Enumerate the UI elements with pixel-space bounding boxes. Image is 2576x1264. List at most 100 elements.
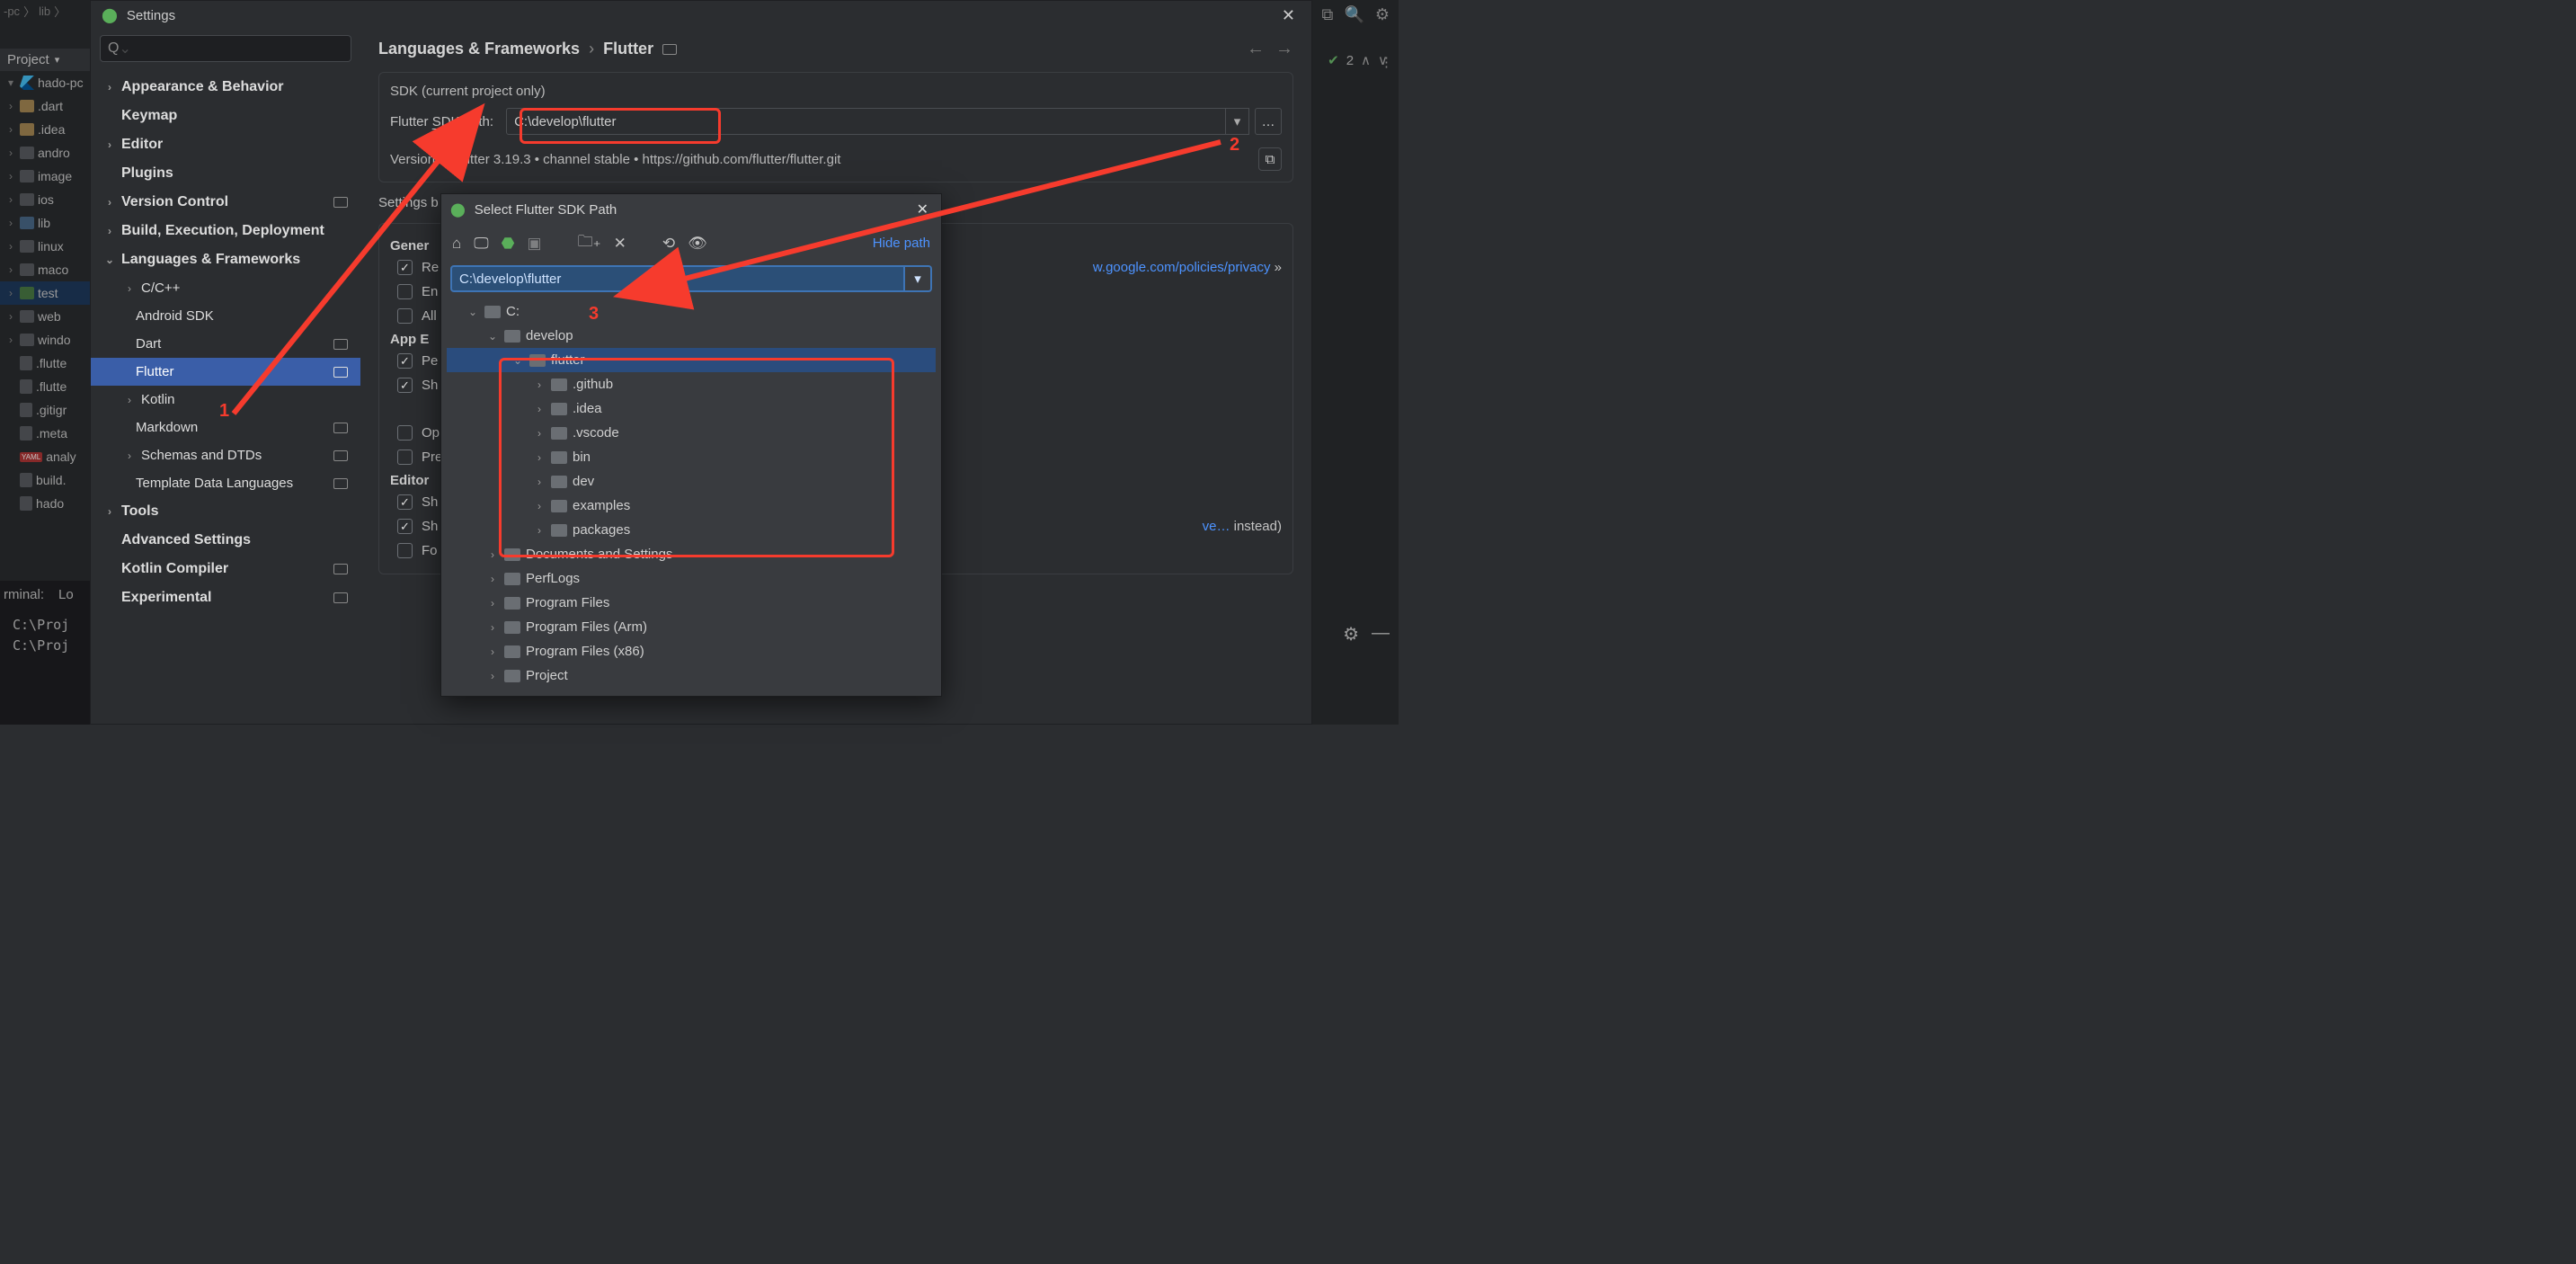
tree-item[interactable]: ›web: [0, 305, 90, 328]
dropdown-button[interactable]: ▾: [1226, 108, 1249, 135]
tree-item[interactable]: .meta: [0, 422, 90, 445]
nav-bed[interactable]: ›Build, Execution, Deployment: [91, 217, 360, 245]
chevron-up-icon[interactable]: ∧: [1361, 52, 1371, 68]
file-icon: [20, 426, 32, 441]
terminal-tab[interactable]: rminal:: [4, 587, 44, 602]
kebab-icon[interactable]: ⋮: [1380, 54, 1393, 70]
tree-item[interactable]: ›.dart: [0, 94, 90, 118]
tree-item[interactable]: ›PerfLogs: [447, 566, 936, 591]
nav-cc[interactable]: ›C/C++: [91, 274, 360, 302]
nav-adv[interactable]: Advanced Settings: [91, 526, 360, 555]
tree-item[interactable]: ›andro: [0, 141, 90, 165]
android-icon[interactable]: ⬣: [502, 235, 515, 253]
right-toolbar-strip: ⧉ 🔍 ⚙ ✔ 2 ∧ ∨ ⋮ ⚙ —: [1312, 0, 1399, 725]
tree-item[interactable]: ›ios: [0, 188, 90, 211]
policy-link[interactable]: w.google.com/policies/privacy: [1093, 260, 1271, 275]
tree-item[interactable]: ›linux: [0, 235, 90, 258]
tree-item[interactable]: ›Documents and Settings: [447, 542, 936, 566]
project-root[interactable]: ▾hado-pc: [0, 71, 90, 94]
tree-item[interactable]: YAMLanaly: [0, 445, 90, 468]
nav-template[interactable]: Template Data Languages: [91, 469, 360, 497]
tree-item[interactable]: ⌄C:: [447, 299, 936, 324]
sdk-path-input[interactable]: [506, 108, 1226, 135]
copy-button[interactable]: ⧉: [1258, 147, 1282, 171]
nav-android-sdk[interactable]: Android SDK: [91, 302, 360, 330]
gear-icon[interactable]: ⚙: [1375, 6, 1390, 22]
tree-item[interactable]: ›Program Files (Arm): [447, 615, 936, 639]
tree-item[interactable]: build.: [0, 468, 90, 492]
tree-item[interactable]: ⌄develop: [447, 324, 936, 348]
nav-schemas[interactable]: ›Schemas and DTDs: [91, 441, 360, 469]
scope-icon: [333, 450, 348, 461]
nav-vcs[interactable]: ›Version Control: [91, 188, 360, 217]
nav-plugins[interactable]: Plugins: [91, 159, 360, 188]
file-icon: [20, 496, 32, 511]
tree-item[interactable]: ›test: [0, 281, 90, 305]
folder-icon: [20, 334, 34, 346]
tree-item[interactable]: ›packages: [447, 518, 936, 542]
settings-nav: Q⌄ ›Appearance & Behavior Keymap ›Editor…: [91, 30, 360, 724]
close-icon[interactable]: ✕: [913, 197, 932, 222]
tree-item[interactable]: ›dev: [447, 469, 936, 494]
nav-kotlin[interactable]: ›Kotlin: [91, 386, 360, 414]
tree-item[interactable]: ›maco: [0, 258, 90, 281]
dialog-titlebar: ⬤ Settings ✕: [91, 1, 1311, 30]
nav-keymap[interactable]: Keymap: [91, 102, 360, 130]
nav-dart[interactable]: Dart: [91, 330, 360, 358]
nav-markdown[interactable]: Markdown: [91, 414, 360, 441]
dialog-title: Settings: [127, 8, 175, 23]
browse-button[interactable]: …: [1255, 108, 1282, 135]
gear-icon[interactable]: ⚙: [1343, 623, 1359, 645]
tree-item-selected[interactable]: ⌄flutter: [447, 348, 936, 372]
tree-item[interactable]: ›lib: [0, 211, 90, 235]
scope-icon: [333, 423, 348, 433]
tree-item[interactable]: .gitigr: [0, 398, 90, 422]
tree-item[interactable]: ›windo: [0, 328, 90, 352]
nav-flutter[interactable]: Flutter: [91, 358, 360, 386]
new-folder-icon[interactable]: 🗀₊: [578, 230, 601, 256]
device-icon[interactable]: ⧉: [1321, 6, 1334, 22]
save-hint-link[interactable]: ve…: [1203, 519, 1230, 534]
path-input[interactable]: [450, 265, 905, 292]
tree-item[interactable]: ›bin: [447, 445, 936, 469]
show-hidden-icon[interactable]: 👁: [688, 235, 707, 253]
nav-kcomp[interactable]: Kotlin Compiler: [91, 555, 360, 583]
home-icon[interactable]: ⌂: [452, 235, 461, 253]
problems-count[interactable]: 2: [1346, 53, 1354, 68]
dropdown-button[interactable]: ▾: [905, 265, 932, 292]
tree-item[interactable]: hado: [0, 492, 90, 515]
tree-item[interactable]: .flutte: [0, 352, 90, 375]
refresh-icon[interactable]: ⟲: [662, 235, 675, 253]
tree-item[interactable]: ›.github: [447, 372, 936, 396]
path-toolbar: ⌂ 🖵 ⬣ ▣ 🗀₊ ✕ ⟲ 👁 Hide path: [441, 225, 941, 262]
folder-icon: [551, 378, 567, 391]
tree-item[interactable]: ›image: [0, 165, 90, 188]
search-icon[interactable]: 🔍: [1346, 6, 1363, 22]
nav-lang[interactable]: ⌄Languages & Frameworks: [91, 245, 360, 274]
project-header[interactable]: Project ▾: [0, 49, 90, 71]
forward-icon[interactable]: →: [1275, 39, 1293, 59]
delete-icon[interactable]: ✕: [614, 235, 626, 253]
tree-item[interactable]: ›.idea: [447, 396, 936, 421]
minimize-icon[interactable]: —: [1372, 623, 1390, 645]
nav-exp[interactable]: Experimental: [91, 583, 360, 612]
folder-icon: [551, 476, 567, 488]
back-icon[interactable]: ←: [1247, 39, 1265, 59]
tree-item[interactable]: ›Program Files: [447, 591, 936, 615]
search-input[interactable]: Q⌄: [100, 35, 351, 62]
tree-item[interactable]: ›Program Files (x86): [447, 639, 936, 663]
sdk-group: SDK (current project only) Flutter SDK p…: [378, 72, 1293, 182]
tree-item[interactable]: .flutte: [0, 375, 90, 398]
desktop-icon[interactable]: 🖵: [474, 235, 488, 253]
close-icon[interactable]: ✕: [1276, 4, 1301, 27]
tree-item[interactable]: ›.idea: [0, 118, 90, 141]
hide-path-link[interactable]: Hide path: [873, 236, 930, 251]
tree-item[interactable]: ›Project: [447, 663, 936, 688]
nav-tools[interactable]: ›Tools: [91, 497, 360, 526]
module-icon[interactable]: ▣: [528, 235, 542, 253]
terminal-tab[interactable]: Lo: [58, 587, 74, 602]
nav-appearance[interactable]: ›Appearance & Behavior: [91, 73, 360, 102]
nav-editor[interactable]: ›Editor: [91, 130, 360, 159]
tree-item[interactable]: ›examples: [447, 494, 936, 518]
tree-item[interactable]: ›.vscode: [447, 421, 936, 445]
